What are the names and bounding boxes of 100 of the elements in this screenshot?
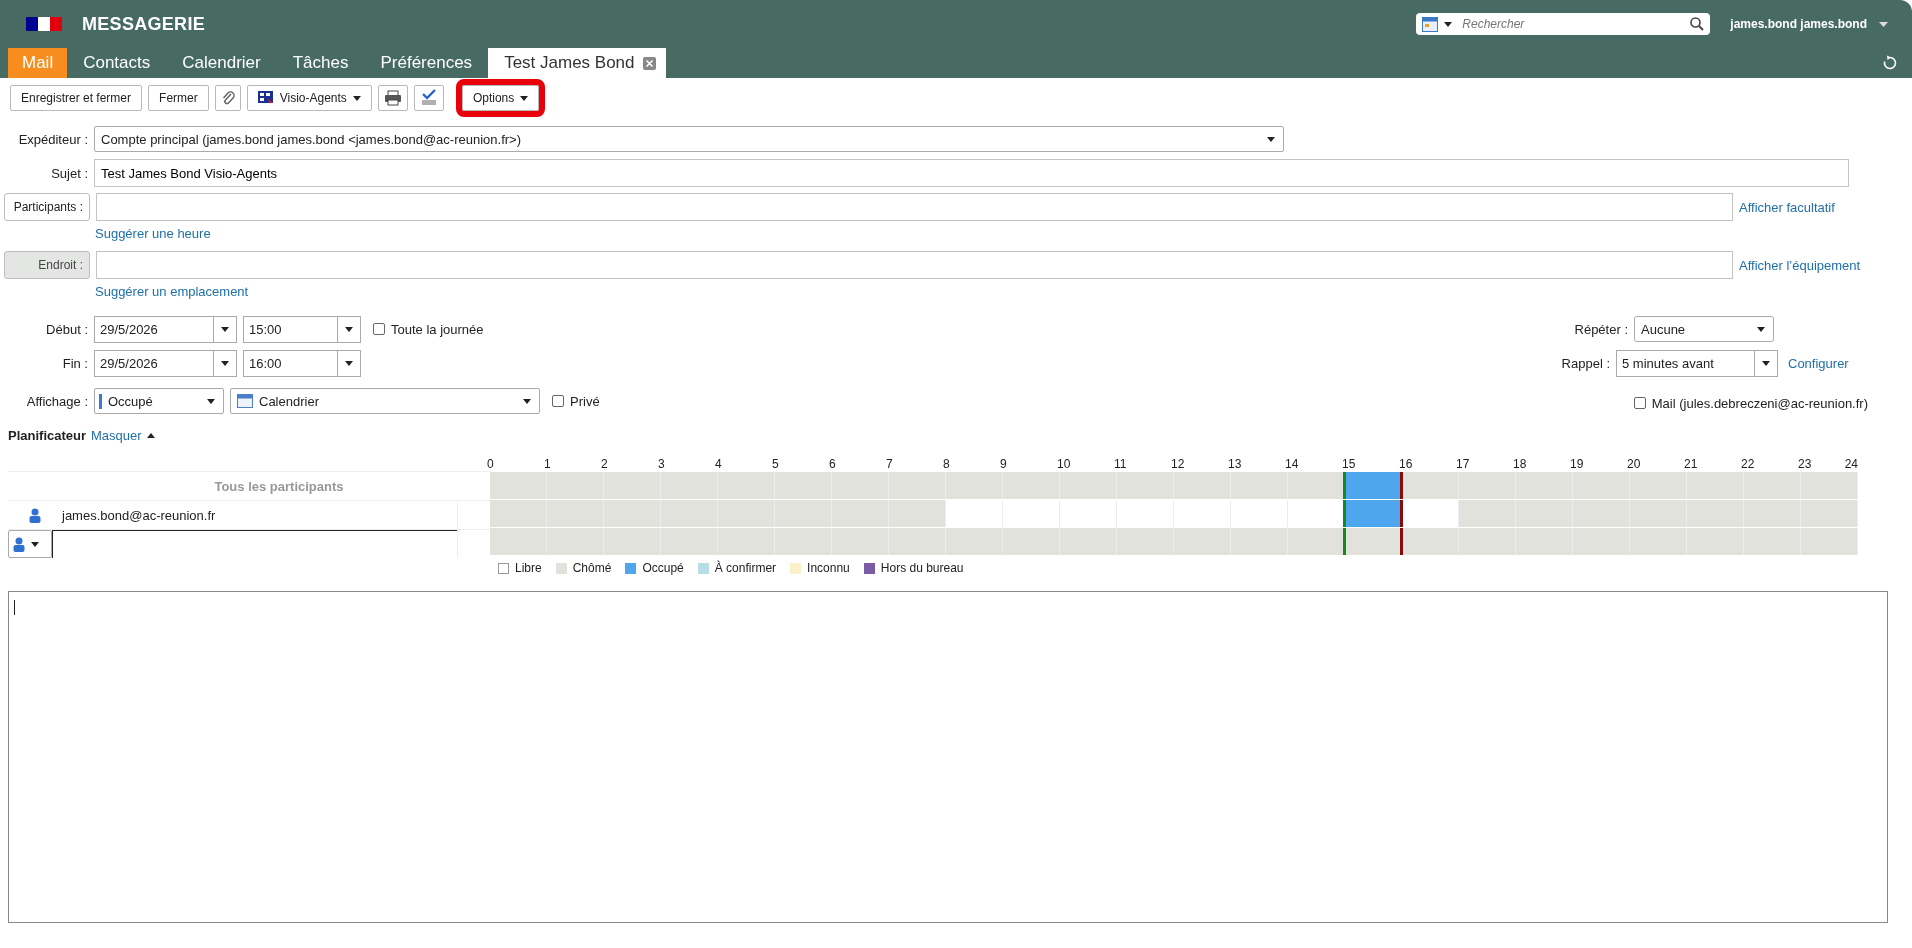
- close-icon[interactable]: [642, 56, 656, 70]
- table-header: Tous les participants: [214, 478, 344, 494]
- attach-button[interactable]: [214, 85, 241, 111]
- input-field[interactable]: [96, 251, 1733, 279]
- checkbox[interactable]: [1633, 397, 1646, 409]
- time-slot: [1744, 472, 1801, 499]
- caret-icon: [520, 95, 529, 101]
- hour-label: 22: [1741, 457, 1755, 471]
- time-slot: [1801, 528, 1858, 555]
- time-slot: [1687, 472, 1744, 499]
- nav-tab[interactable]: Tâches: [276, 48, 365, 78]
- time-slot: [1687, 528, 1744, 555]
- hour-label: 21: [1684, 457, 1698, 471]
- caret-icon: [207, 398, 215, 404]
- field-label: Fin :: [61, 355, 88, 371]
- time-slot: [832, 528, 889, 555]
- hour-label: 4: [715, 457, 722, 471]
- time-slot: [661, 472, 718, 499]
- hour-label: 3: [658, 457, 665, 471]
- field-label-button[interactable]: Participants :: [4, 193, 90, 221]
- hour-label: 13: [1228, 457, 1242, 471]
- nav-tab[interactable]: Contacts: [67, 48, 167, 78]
- time-slot: [1744, 528, 1801, 555]
- time-slot: [1459, 472, 1516, 499]
- document-tab[interactable]: Test James Bond: [488, 48, 666, 78]
- link[interactable]: Afficher facultatif: [1739, 199, 1835, 215]
- field-label: Répéter :: [1573, 321, 1628, 337]
- date-field[interactable]: 29/5/2026: [94, 315, 237, 343]
- caret-icon: [31, 541, 39, 547]
- time-field[interactable]: 16:00: [243, 349, 361, 377]
- link[interactable]: Configurer: [1788, 355, 1898, 371]
- time-slot: [1345, 528, 1402, 555]
- time-slot: [832, 500, 889, 527]
- caret-icon: [1879, 21, 1888, 27]
- app-title: MESSAGERIE: [82, 13, 206, 35]
- refresh-icon[interactable]: [1882, 55, 1898, 71]
- hour-label: 8: [943, 457, 950, 471]
- time-slot: [604, 472, 661, 499]
- reminder-field[interactable]: 5 minutes avant: [1616, 349, 1778, 377]
- visio-menu-button[interactable]: Visio-Agents: [246, 85, 372, 111]
- time-slot: [1459, 528, 1516, 555]
- time-slot: [1630, 528, 1687, 555]
- hour-label: 24: [1844, 457, 1858, 471]
- time-slot: [547, 472, 604, 499]
- video-conference-icon: [257, 91, 274, 105]
- spellcheck-button[interactable]: [413, 85, 444, 111]
- time-slot: [775, 472, 832, 499]
- input-field[interactable]: [96, 193, 1733, 221]
- checkbox[interactable]: [373, 323, 385, 335]
- time-slot: [1345, 500, 1402, 527]
- time-slot: [1630, 472, 1687, 499]
- link[interactable]: Suggérer une heure: [95, 225, 211, 241]
- time-field[interactable]: 15:00: [243, 315, 361, 343]
- search-icon[interactable]: [1690, 17, 1705, 31]
- caret-icon: [345, 360, 353, 366]
- time-slot: [1801, 500, 1858, 527]
- nav-tab[interactable]: Préférences: [364, 48, 489, 78]
- legend-label: Inconnu: [807, 561, 850, 575]
- time-slot: [604, 528, 661, 555]
- hour-label: 2: [601, 457, 608, 471]
- caret-icon: [345, 326, 353, 332]
- participant-name: james.bond@ac-reunion.fr: [62, 507, 216, 523]
- time-slot: [1459, 500, 1516, 527]
- checkbox-label: Privé: [570, 393, 600, 409]
- printer-icon: [383, 90, 402, 106]
- participant-input[interactable]: [52, 530, 457, 558]
- role-dropdown[interactable]: [8, 530, 52, 558]
- caret-icon[interactable]: [1444, 22, 1453, 27]
- hour-label: 5: [772, 457, 779, 471]
- subject-field[interactable]: Test James Bond Visio-Agents: [94, 159, 1849, 187]
- time-slot: [604, 500, 661, 527]
- toolbar-button[interactable]: Fermer: [148, 85, 209, 111]
- date-field[interactable]: 29/5/2026: [94, 349, 237, 377]
- toolbar-button[interactable]: Enregistrer et fermer: [10, 85, 143, 111]
- search-field[interactable]: Rechercher: [1416, 13, 1711, 35]
- user-menu[interactable]: james.bond james.bond: [1730, 17, 1888, 31]
- time-slot: [661, 528, 718, 555]
- calendar-icon[interactable]: [1422, 17, 1439, 32]
- collapse-link[interactable]: Masquer: [91, 428, 142, 443]
- status-select[interactable]: Occupé: [94, 388, 224, 414]
- print-button[interactable]: [377, 85, 408, 111]
- hour-label: 23: [1798, 457, 1812, 471]
- time-slot: [718, 528, 775, 555]
- field-label: Rappel :: [1560, 355, 1610, 371]
- time-slot: [1288, 472, 1345, 499]
- caret-icon: [1267, 136, 1275, 142]
- sender-select[interactable]: Compte principal (james.bond james.bond <james.bond@ac-reunion.fr>): [94, 126, 1284, 152]
- hour-label: 6: [829, 457, 836, 471]
- repeat-select[interactable]: Aucune: [1634, 316, 1774, 342]
- hour-label: 12: [1171, 457, 1185, 471]
- time-slot: [832, 472, 889, 499]
- time-slot: [1345, 472, 1402, 499]
- nav-tab[interactable]: Calendrier: [166, 48, 277, 78]
- flag-logo-icon: [26, 17, 62, 31]
- collapse-icon[interactable]: [146, 433, 155, 438]
- calendar-select[interactable]: Calendrier: [230, 388, 540, 414]
- person-icon: [29, 507, 41, 523]
- calendar-icon: [237, 394, 253, 408]
- checkbox[interactable]: [552, 395, 564, 407]
- hour-label: 15: [1342, 457, 1356, 471]
